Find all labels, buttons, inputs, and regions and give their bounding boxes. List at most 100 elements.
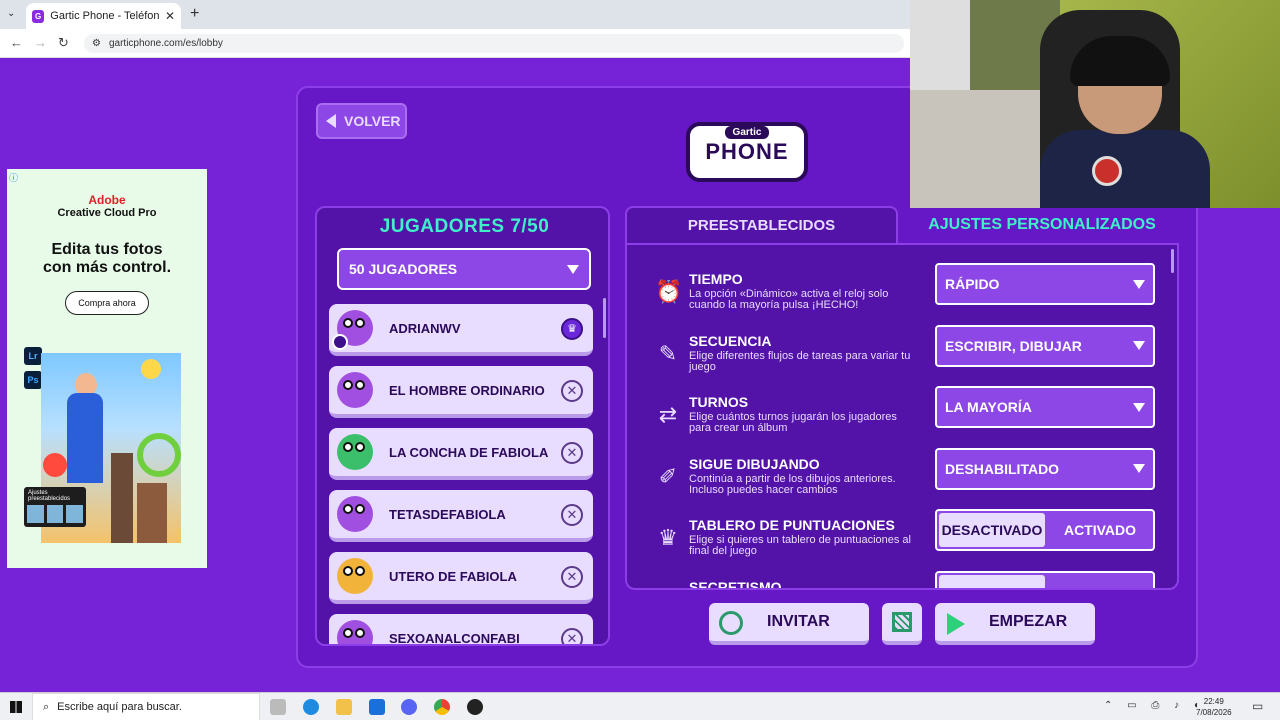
tab-list-icon[interactable]: ⌄	[7, 8, 15, 19]
avatar-eye	[343, 504, 353, 514]
qr-code-button[interactable]	[882, 603, 922, 645]
toggle-option[interactable]	[1047, 573, 1153, 589]
ad-product: Creative Cloud Pro	[57, 207, 157, 219]
player-list-scrollbar[interactable]	[603, 298, 606, 338]
setting-name: SIGUE DIBUJANDO	[689, 455, 820, 472]
toggle-option[interactable]	[939, 574, 1045, 588]
sun-shape	[141, 359, 161, 379]
address-bar: ← → ↻ ⚙ garticphone.com/es/lobby	[0, 29, 910, 58]
setting-select[interactable]: RÁPIDO	[935, 263, 1155, 305]
invite-button[interactable]: INVITAR	[709, 603, 869, 645]
task-view-icon[interactable]	[270, 699, 286, 715]
avatar-eye	[355, 380, 365, 390]
windows-start-icon[interactable]	[10, 701, 22, 713]
edge-icon[interactable]	[303, 699, 319, 715]
system-tray-icons[interactable]: ⌃ ▭ ⎙ ♪ ◐	[1104, 700, 1206, 711]
avatar-face	[337, 434, 373, 470]
tab-custom-settings[interactable]: AJUSTES PERSONALIZADOS	[905, 206, 1179, 243]
avatar-eye	[355, 566, 365, 576]
tab-presets[interactable]: PREESTABLECIDOS	[625, 206, 898, 243]
kick-player-button[interactable]: ✕	[561, 380, 583, 402]
ad-brand: Adobe	[88, 193, 126, 207]
players-title: JUGADORES 7/50	[379, 216, 550, 237]
advertisement[interactable]: ⓘ Adobe Creative Cloud Pro Edita tus fot…	[7, 169, 207, 568]
new-tab-icon[interactable]: +	[190, 5, 199, 23]
taskbar-search[interactable]: ⌕ Escribe aquí para buscar.	[32, 693, 260, 720]
start-label: EMPEZAR	[989, 613, 1068, 630]
avatar-eye	[355, 504, 365, 514]
reload-icon[interactable]: ↻	[58, 35, 69, 51]
close-tab-icon[interactable]: ✕	[165, 9, 175, 23]
avatar-eye	[355, 318, 365, 328]
setting-description: Elige diferentes flujos de tareas para v…	[689, 349, 911, 373]
chrome-icon[interactable]	[434, 699, 450, 715]
tab-title: Gartic Phone - Teléfono Descompuesto	[50, 10, 159, 22]
forward-arrow-icon[interactable]: →	[34, 35, 47, 50]
building-shape	[111, 453, 133, 543]
obs-icon[interactable]	[467, 699, 483, 715]
thumbnail	[27, 505, 44, 523]
setting-value: RÁPIDO	[945, 276, 1000, 292]
setting-name: TURNOS	[689, 394, 749, 410]
store-icon[interactable]	[369, 699, 385, 715]
photoshop-icon: Ps	[24, 371, 42, 389]
toggle-option-off[interactable]: DESACTIVADO	[939, 513, 1045, 547]
player-limit-select[interactable]: 50 JUGADORES	[337, 248, 591, 290]
player-row: ADRIANWV ♛	[329, 304, 593, 356]
clock-time: 22:49	[1203, 697, 1224, 706]
kick-player-button[interactable]: ✕	[561, 628, 583, 644]
webcam-overlay	[910, 0, 1280, 208]
search-icon: ⌕	[43, 700, 50, 713]
toggle-option-on[interactable]: ACTIVADO	[1047, 511, 1153, 549]
url-text: garticphone.com/es/lobby	[108, 38, 223, 49]
browser-tab[interactable]: G Gartic Phone - Teléfono Descompuesto ✕	[26, 3, 181, 29]
site-info-icon[interactable]: ⚙	[92, 38, 101, 49]
taskbar-search-placeholder: Escribe aquí para buscar.	[57, 701, 182, 713]
back-arrow-icon[interactable]: ←	[10, 35, 23, 50]
setting-row: ✎ SECUENCIA Elige diferentes flujos de tar…	[627, 324, 1177, 393]
setting-value: DESHABILITADO	[945, 460, 1060, 477]
back-button[interactable]: VOLVER	[316, 103, 407, 139]
scoreboard-toggle[interactable]: DESACTIVADO ACTIVADO	[935, 509, 1155, 551]
notifications-icon[interactable]: ▭	[1252, 699, 1263, 713]
avatar-eye	[355, 442, 365, 452]
ad-cta-button[interactable]: Compra ahora	[65, 291, 149, 315]
chevron-down-icon	[567, 264, 579, 274]
kick-player-button[interactable]: ✕	[561, 566, 583, 588]
ad-headline-line-2: con más control.	[42, 259, 172, 276]
setting-name: TABLERO DE PUNTUACIONES	[689, 517, 895, 533]
setting-select[interactable]: DESHABILITADO	[935, 447, 1155, 490]
discord-icon[interactable]	[401, 699, 417, 715]
alarm-clock-icon: ⏰	[655, 279, 683, 304]
file-explorer-icon[interactable]	[336, 699, 352, 715]
url-field[interactable]: ⚙ garticphone.com/es/lobby	[84, 34, 904, 53]
start-button[interactable]: EMPEZAR	[935, 603, 1095, 645]
player-name: SEXOANALCONFABI	[389, 631, 520, 646]
browser-tab-bar: ⌄ G Gartic Phone - Teléfono Descompuesto…	[0, 0, 910, 29]
windows-taskbar: ⌕ Escribe aquí para buscar. ⌃ ▭ ⎙ ♪ ◐ 22…	[0, 692, 1280, 720]
avatar-eye	[343, 628, 353, 638]
setting-row: ◉ SECRETISMO	[627, 570, 1177, 588]
setting-value: ESCRIBIR, DIBUJAR	[945, 337, 1082, 354]
player-avatar	[333, 368, 377, 412]
thumbnail-label: Ajustes preestablecidos	[28, 490, 71, 502]
ad-info-icon[interactable]: ⓘ	[9, 171, 18, 184]
setting-row: ⇄ TURNOS Elige cuántos turnos jugarán los …	[627, 386, 1177, 454]
secrecy-toggle[interactable]	[935, 570, 1155, 589]
avatar-eye	[343, 318, 353, 328]
kick-player-button[interactable]: ✕	[561, 504, 583, 526]
character-body	[67, 393, 103, 483]
setting-select[interactable]: ESCRIBIR, DIBUJAR	[935, 324, 1155, 367]
back-label: VOLVER	[344, 113, 401, 129]
avatar-face	[337, 558, 373, 594]
chevron-down-icon	[1133, 341, 1145, 350]
kick-player-button[interactable]: ✕	[561, 442, 583, 464]
webcam-shirt-emblem	[1092, 156, 1122, 186]
taskbar-clock[interactable]: 22:49 7/08/2026	[1196, 696, 1232, 718]
player-name: UTERO DE FABIOLA	[389, 569, 517, 584]
setting-select[interactable]: LA MAYORÍA	[935, 386, 1155, 428]
ad-headline: Edita tus fotos con más control.	[7, 241, 207, 277]
flower-shape	[43, 453, 67, 477]
avatar-face	[337, 496, 373, 532]
custom-settings-panel: ⏰ TIEMPO La opción «Dinámico» activa el re…	[625, 243, 1179, 590]
